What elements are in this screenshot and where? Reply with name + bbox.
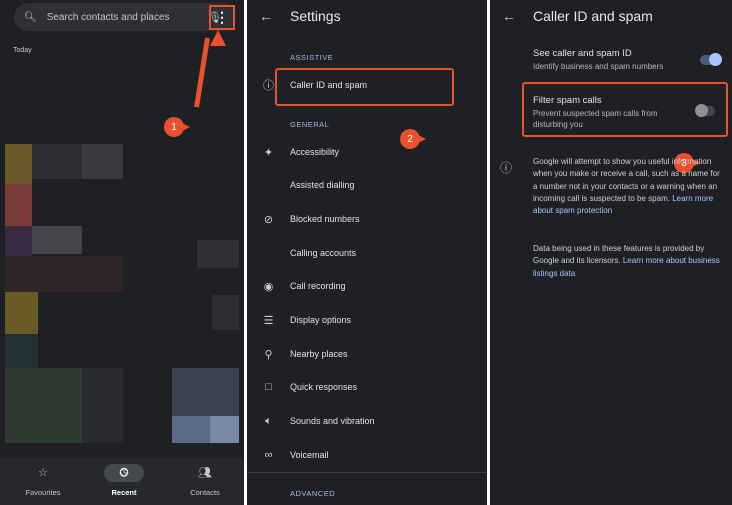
page-title: Settings (290, 8, 341, 24)
bottom-navigation: ☆ Favourites 🕓︎ Recent 👥︎ Contacts (0, 458, 244, 505)
message-icon: □ (265, 381, 272, 393)
dialer-panel: 🔍︎ Search contacts and places 🎙︎ ⋮ Today… (0, 0, 244, 505)
arrow-icon (210, 30, 226, 46)
item-label: Assisted dialling (290, 180, 355, 190)
settings-panel: ← Settings ASSISTIVE ⓘ Caller ID and spam… (247, 0, 487, 505)
info-icon: ⓘ (500, 161, 513, 175)
settings-item-voicemail[interactable]: ∞ Voicemail (247, 440, 487, 470)
row-title: See caller and spam ID (533, 48, 632, 59)
accessibility-icon: ✦ (263, 146, 274, 159)
nav-label: Recent (111, 488, 137, 497)
settings-item-accessibility[interactable]: ✦ Accessibility (247, 137, 487, 167)
block-icon: ⊘ (263, 213, 274, 226)
speaker-icon: 🔈︎ (265, 414, 272, 427)
item-label: Quick responses (290, 382, 358, 392)
divider (247, 472, 487, 473)
item-label: Nearby places (290, 349, 348, 359)
search-input[interactable]: Search contacts and places (47, 12, 208, 23)
arrow-icon (194, 37, 210, 108)
list-icon: ☰ (263, 314, 274, 327)
row-title: Filter spam calls (533, 95, 602, 106)
caller-id-panel: ← Caller ID and spam See caller and spam… (490, 0, 732, 505)
filter-spam-toggle[interactable] (695, 104, 715, 117)
item-label: Call recording (290, 281, 346, 291)
settings-item-nearby-places[interactable]: ⚲ Nearby places (247, 339, 487, 369)
settings-item-display-options[interactable]: ☰ Display options (247, 305, 487, 335)
nav-favourites[interactable]: ☆ Favourites (3, 458, 83, 497)
star-icon: ☆ (38, 467, 48, 479)
item-label: Voicemail (290, 450, 329, 460)
section-general: GENERAL (290, 120, 330, 129)
section-label: Today (13, 47, 32, 54)
clock-icon: 🕓︎ (104, 464, 144, 482)
item-label: Sounds and vibration (290, 416, 375, 426)
search-icon: 🔍︎ (24, 11, 37, 23)
nav-contacts[interactable]: 👥︎ Contacts (165, 458, 244, 497)
settings-item-quick-responses[interactable]: □ Quick responses (247, 372, 487, 402)
nav-label: Contacts (190, 488, 220, 497)
item-label: Display options (290, 315, 352, 325)
nav-label: Favourites (25, 488, 61, 497)
section-assistive: ASSISTIVE (290, 53, 334, 62)
row-subtitle: Prevent suspected spam calls from distur… (533, 109, 658, 129)
highlight-box (275, 68, 454, 106)
search-bar[interactable]: 🔍︎ Search contacts and places 🎙︎ (14, 3, 236, 31)
nav-recent[interactable]: 🕓︎ Recent (84, 458, 164, 497)
settings-item-sounds[interactable]: 🔈︎ Sounds and vibration (247, 406, 487, 436)
data-source-text: Data being used in these features is pro… (533, 243, 721, 280)
row-subtitle: Identify business and spam numbers (533, 62, 664, 71)
item-label: Calling accounts (290, 248, 357, 258)
item-label: Accessibility (290, 147, 340, 157)
section-advanced: ADVANCED (290, 489, 336, 498)
contacts-icon: 👥︎ (198, 467, 212, 479)
see-caller-id-toggle[interactable] (700, 53, 722, 66)
page-title: Caller ID and spam (533, 8, 653, 24)
step-badge: 1 (164, 117, 190, 137)
info-text: Google will attempt to show you useful i… (533, 156, 721, 217)
settings-item-blocked-numbers[interactable]: ⊘ Blocked numbers (247, 204, 487, 234)
record-icon: ◉ (263, 280, 274, 293)
settings-item-assisted-dialling[interactable]: Assisted dialling (247, 170, 487, 200)
settings-item-calling-accounts[interactable]: Calling accounts (247, 238, 487, 268)
item-label: Blocked numbers (290, 214, 360, 224)
voicemail-icon: ∞ (264, 449, 273, 461)
location-pin-icon: ⚲ (264, 348, 273, 361)
settings-item-call-recording[interactable]: ◉ Call recording (247, 271, 487, 301)
more-options-icon[interactable]: ⋮ (209, 5, 235, 30)
back-arrow-icon[interactable]: ← (502, 8, 516, 24)
back-arrow-icon[interactable]: ← (259, 8, 273, 24)
